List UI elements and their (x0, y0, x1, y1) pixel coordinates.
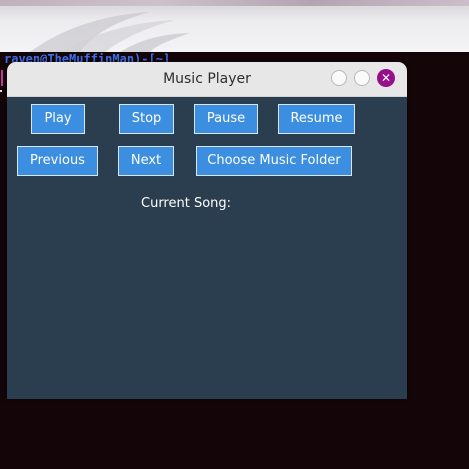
play-button[interactable]: Play (31, 104, 85, 134)
window-titlebar[interactable]: Music Player ✕ (7, 62, 407, 97)
close-icon: ✕ (380, 71, 392, 85)
music-player-window: Music Player ✕ Play Stop Pause Resume Pr… (7, 62, 407, 399)
choose-folder-button[interactable]: Choose Music Folder (196, 146, 352, 176)
stop-button[interactable]: Stop (119, 104, 174, 134)
dragon-logo-watermark (30, 12, 190, 52)
current-song-label: Current Song: (141, 196, 232, 211)
terminal-prompt-bracket (1, 70, 6, 86)
desktop-wallpaper (0, 0, 469, 52)
window-title: Music Player (163, 71, 251, 87)
minimize-button[interactable] (331, 70, 347, 86)
pause-button[interactable]: Pause (194, 104, 258, 134)
terminal-cursor (0, 90, 2, 92)
player-content: Play Stop Pause Resume Previous Next Cho… (7, 96, 407, 399)
previous-button[interactable]: Previous (17, 146, 98, 176)
maximize-button[interactable] (354, 70, 370, 86)
next-button[interactable]: Next (118, 146, 174, 176)
close-button[interactable]: ✕ (377, 69, 395, 87)
resume-button[interactable]: Resume (278, 104, 355, 134)
